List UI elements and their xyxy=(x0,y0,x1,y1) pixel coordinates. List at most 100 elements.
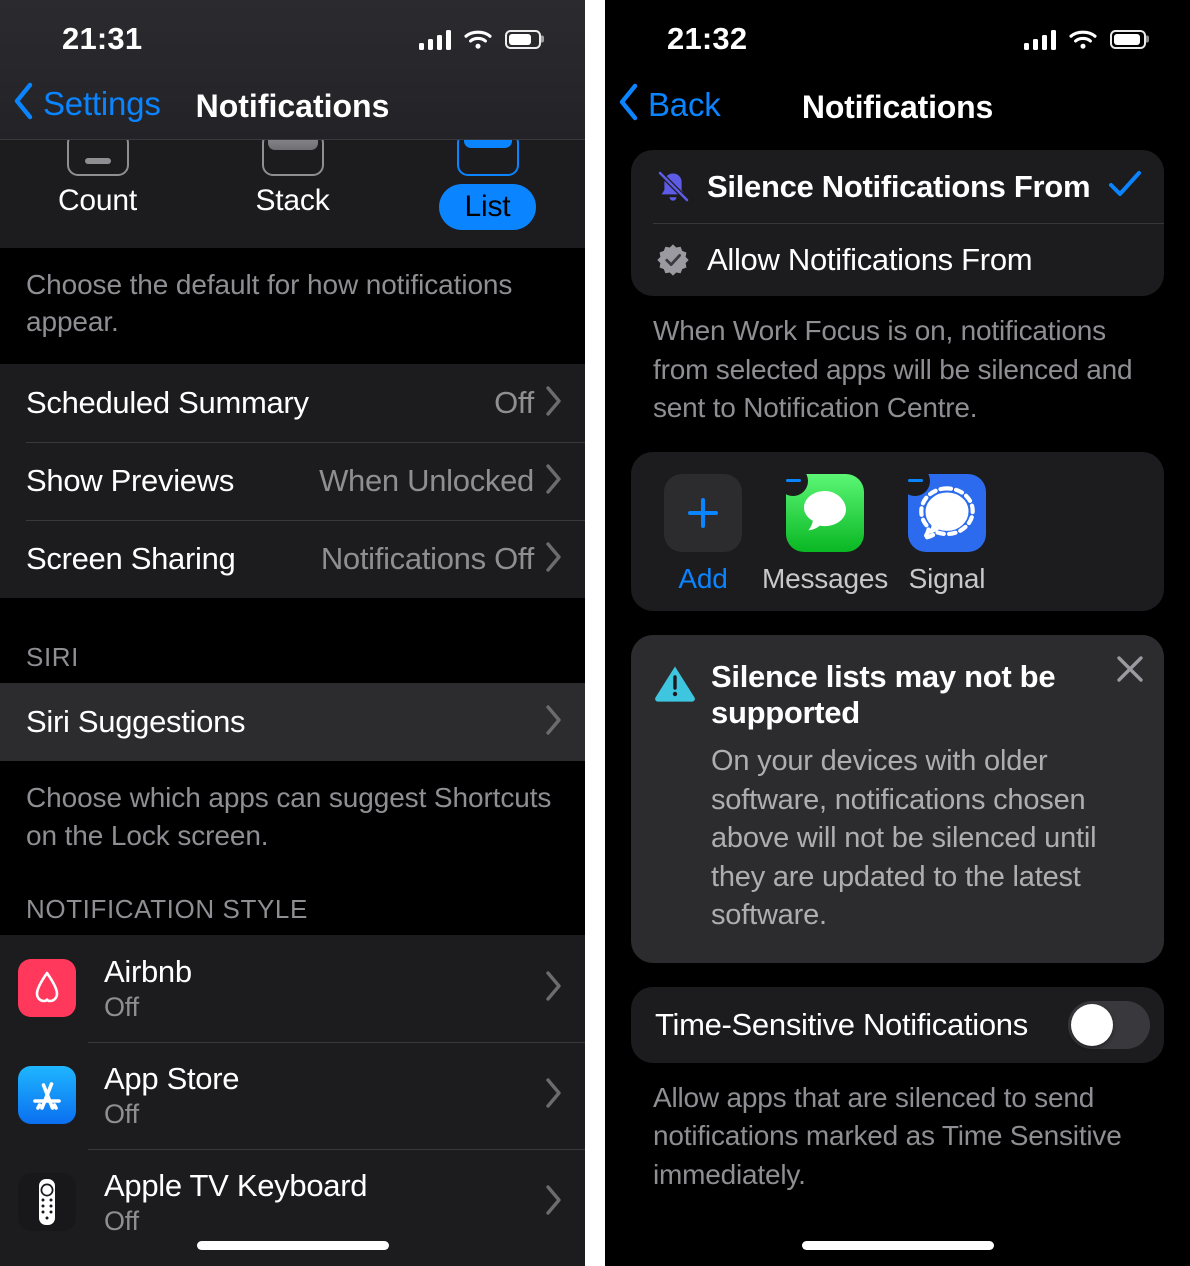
option-silence-notifications-from[interactable]: Silence Notifications From xyxy=(631,150,1164,223)
apple-tv-remote-app-icon xyxy=(18,1173,76,1232)
app-row-app-store[interactable]: App Store Off xyxy=(0,1041,585,1149)
right-scroll-content: Silence Notifications From Allow Notific… xyxy=(605,150,1190,1266)
chevron-left-icon xyxy=(12,82,34,125)
checkmark-seal-icon xyxy=(653,241,693,279)
warning-header: Silence lists may not be supported xyxy=(653,659,1142,732)
chevron-right-icon xyxy=(546,971,563,1006)
row-title: Screen Sharing xyxy=(26,541,236,577)
status-icons xyxy=(1023,29,1146,50)
silenced-apps-card: Add Messages Signal xyxy=(631,451,1164,611)
warning-title: Silence lists may not be supported xyxy=(711,658,1056,731)
chevron-right-icon xyxy=(546,705,563,740)
home-indicator[interactable] xyxy=(801,1241,994,1250)
chevron-right-icon xyxy=(546,1078,563,1113)
display-style-label-stack: Stack xyxy=(255,184,330,217)
chevron-right-icon xyxy=(546,386,563,421)
display-style-label-count: Count xyxy=(57,184,138,217)
right-navigation-bar: 21:32 Back Notifications xyxy=(605,0,1190,140)
back-button[interactable]: Back xyxy=(605,83,721,126)
left-phone-screen: Count Stack List Choose the default for … xyxy=(0,0,585,1266)
time-sensitive-notifications-row: Time-Sensitive Notifications xyxy=(631,986,1164,1063)
app-texts: Airbnb Off xyxy=(104,954,546,1023)
row-title: Show Previews xyxy=(26,463,235,499)
section-header-siri: SIRI xyxy=(0,598,585,684)
app-row-apple-tv-keyboard[interactable]: Apple TV Keyboard Off xyxy=(0,1148,585,1256)
row-value: Off xyxy=(494,385,534,421)
left-status-bar: 21:31 xyxy=(0,0,585,78)
row-screen-sharing[interactable]: Screen Sharing Notifications Off xyxy=(0,520,585,598)
app-store-app-icon xyxy=(18,1066,76,1125)
wifi-icon xyxy=(464,29,492,50)
chevron-right-icon xyxy=(546,464,563,499)
messages-app-icon xyxy=(778,465,864,552)
app-tile-signal[interactable]: Signal xyxy=(899,465,995,595)
option-label: Silence Notifications From xyxy=(707,168,1091,204)
chevron-right-icon xyxy=(546,542,563,577)
chevron-right-icon xyxy=(546,1185,563,1220)
battery-icon xyxy=(505,29,541,49)
row-value: Notifications Off xyxy=(320,541,534,577)
display-style-option-stack[interactable]: Stack xyxy=(195,132,390,218)
app-tile-add[interactable]: Add xyxy=(655,473,751,595)
app-texts: Apple TV Keyboard Off xyxy=(104,1168,546,1237)
signal-app-icon xyxy=(900,465,986,552)
left-scroll-content: Count Stack List Choose the default for … xyxy=(0,0,585,1266)
row-siri-suggestions[interactable]: Siri Suggestions xyxy=(0,683,585,762)
option-label: Allow Notifications From xyxy=(707,241,1033,277)
option-allow-notifications-from[interactable]: Allow Notifications From xyxy=(631,223,1164,296)
app-tile-messages[interactable]: Messages xyxy=(762,465,888,595)
wifi-icon xyxy=(1069,29,1097,50)
home-indicator[interactable] xyxy=(196,1241,389,1250)
cellular-bars-icon xyxy=(418,29,451,50)
bell-slash-icon xyxy=(653,168,693,206)
app-tile-label: Signal xyxy=(908,562,986,594)
airbnb-app-icon xyxy=(18,959,76,1018)
section-header-notification-style: NOTIFICATION STYLE xyxy=(0,853,585,935)
panel-divider xyxy=(585,0,605,1266)
close-icon[interactable] xyxy=(1114,653,1146,690)
siri-footnote: Choose which apps can suggest Shortcuts … xyxy=(26,782,552,851)
silence-lists-warning-card: Silence lists may not be supported On yo… xyxy=(631,634,1164,963)
siri-footnote-band: Choose which apps can suggest Shortcuts … xyxy=(0,761,585,854)
status-time: 21:32 xyxy=(667,21,748,56)
app-state: Off xyxy=(104,1205,139,1236)
minus-badge-icon[interactable] xyxy=(900,465,930,496)
back-button-settings[interactable]: Settings xyxy=(0,82,161,125)
row-show-previews[interactable]: Show Previews When Unlocked xyxy=(0,442,585,520)
back-button-label: Back xyxy=(648,85,721,123)
app-name: App Store xyxy=(104,1060,240,1096)
battery-icon xyxy=(1110,29,1146,49)
display-style-option-list[interactable]: List xyxy=(390,132,585,230)
app-tile-label: Add xyxy=(678,562,728,594)
two-phone-screenshot: Count Stack List Choose the default for … xyxy=(0,0,1190,1266)
app-tile-label: Messages xyxy=(762,562,889,594)
chevron-left-icon xyxy=(617,83,639,126)
row-title: Scheduled Summary xyxy=(26,385,309,421)
minus-badge-icon[interactable] xyxy=(778,465,808,496)
time-sensitive-label: Time-Sensitive Notifications xyxy=(655,1006,1028,1042)
time-sensitive-caption: Allow apps that are silenced to send not… xyxy=(653,1081,1122,1191)
display-style-footnote: Choose the default for how notifications… xyxy=(26,269,513,338)
row-title: Siri Suggestions xyxy=(26,704,246,740)
right-status-bar: 21:32 xyxy=(605,0,1190,78)
notification-mode-card: Silence Notifications From Allow Notific… xyxy=(631,150,1164,296)
app-row-airbnb[interactable]: Airbnb Off xyxy=(0,934,585,1042)
time-sensitive-toggle[interactable] xyxy=(1068,1000,1150,1049)
display-style-option-count[interactable]: Count xyxy=(0,132,195,218)
app-texts: App Store Off xyxy=(104,1061,546,1130)
app-name: Apple TV Keyboard xyxy=(104,1167,368,1203)
app-name: Airbnb xyxy=(104,953,192,989)
notification-display-style-chooser: Count Stack List xyxy=(0,128,585,248)
row-value: When Unlocked xyxy=(319,463,534,499)
toggle-knob xyxy=(1071,1003,1113,1046)
row-scheduled-summary[interactable]: Scheduled Summary Off xyxy=(0,364,585,442)
status-time: 21:31 xyxy=(62,21,143,56)
warning-triangle-icon xyxy=(653,659,697,732)
back-button-label: Settings xyxy=(43,84,161,122)
right-phone-screen: 21:32 Back Notifications Silence Notific… xyxy=(605,0,1190,1266)
plus-icon xyxy=(664,473,742,552)
siri-group: Siri Suggestions xyxy=(0,683,585,762)
